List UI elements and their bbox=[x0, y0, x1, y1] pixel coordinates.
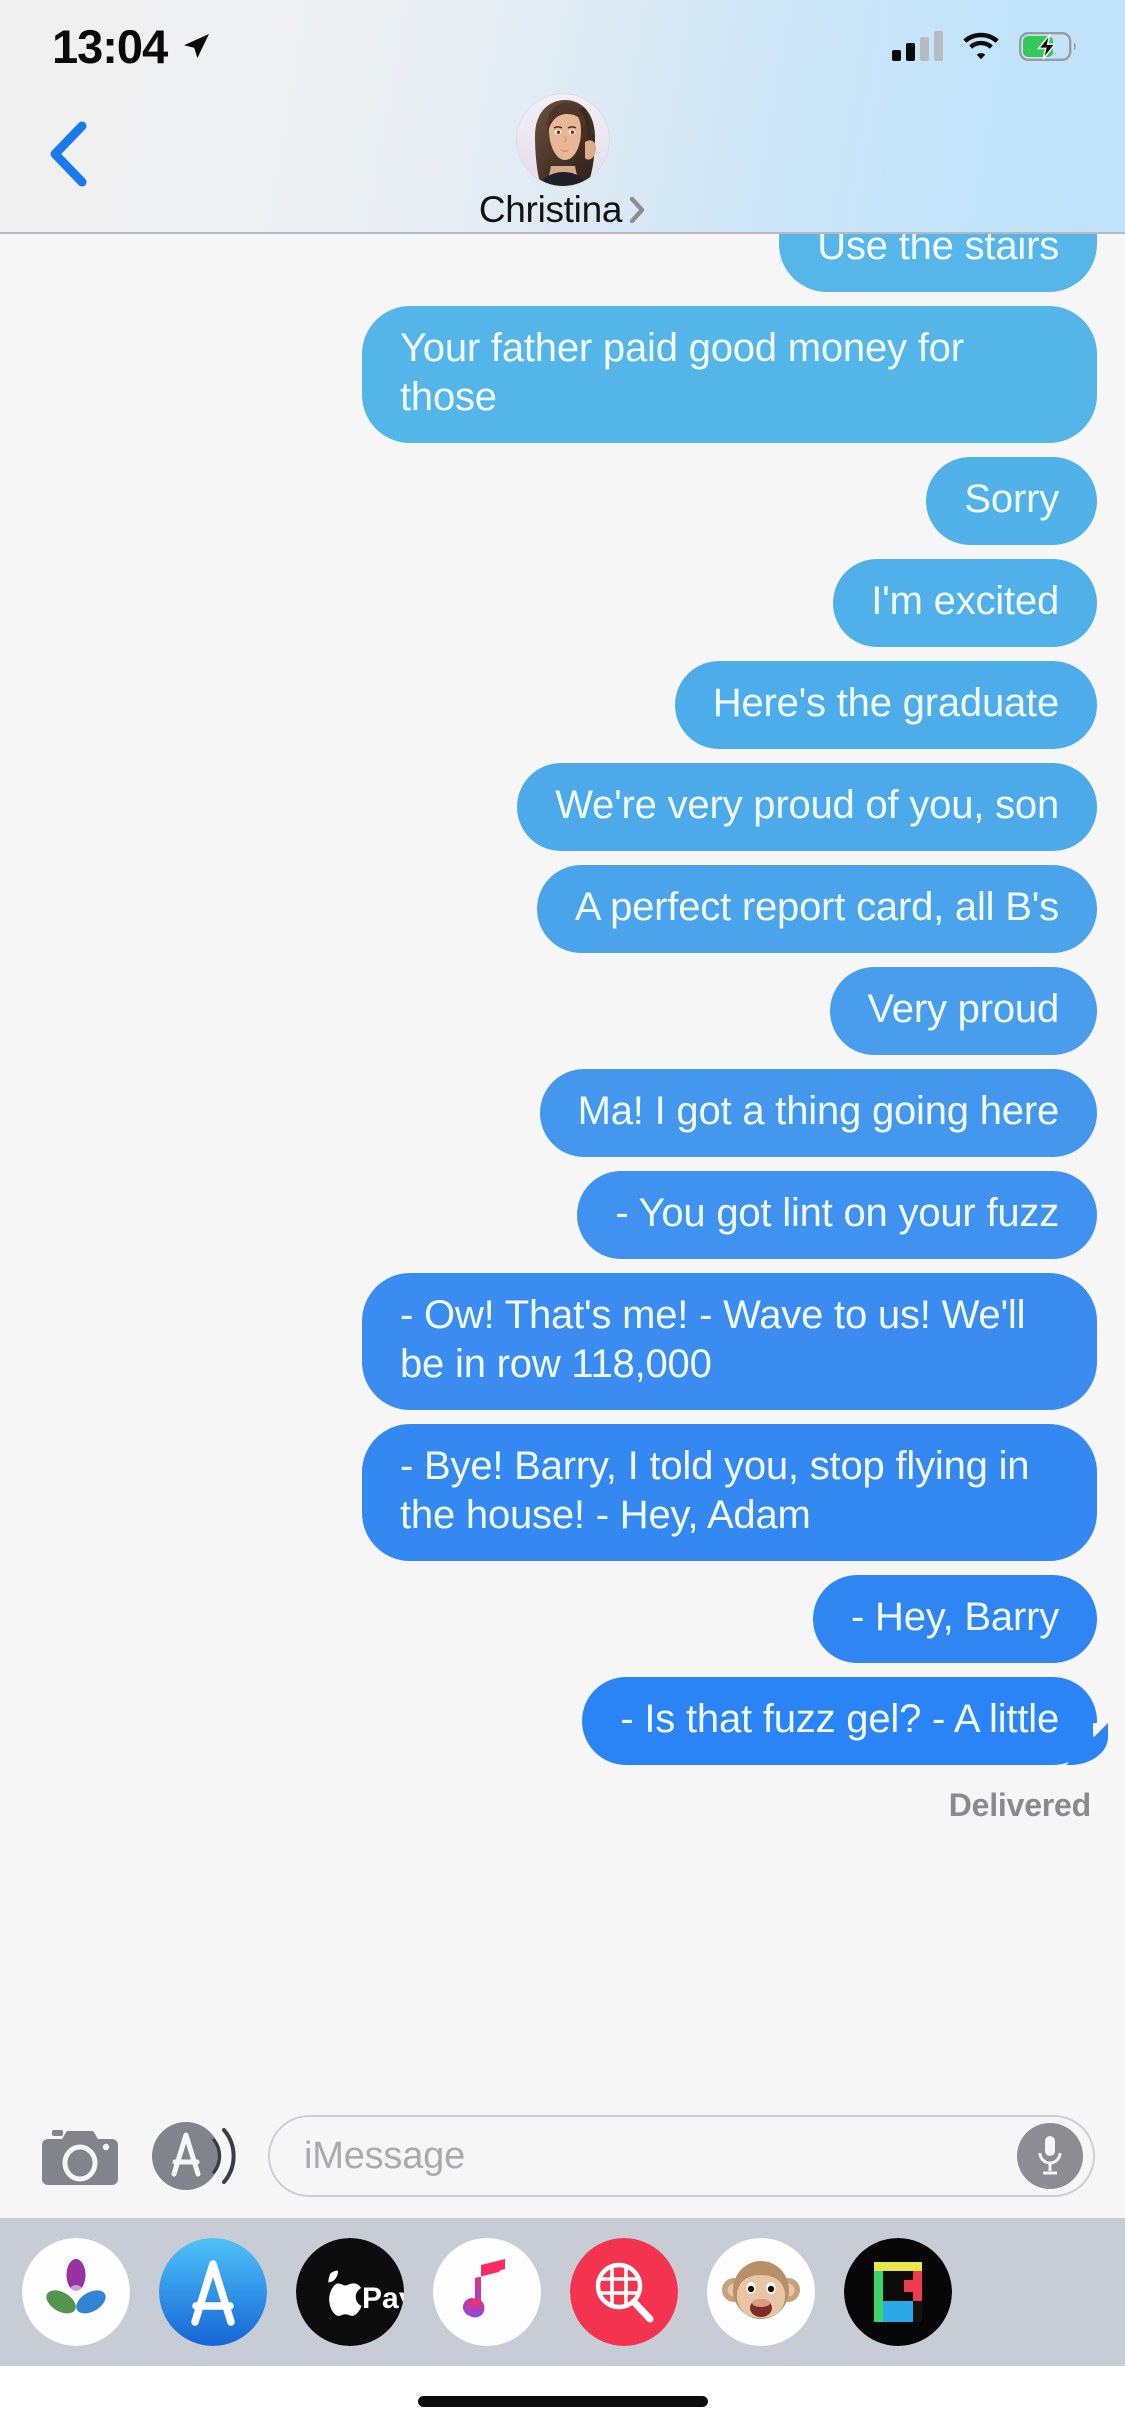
message-input[interactable] bbox=[304, 2134, 1017, 2178]
message-bubble-outgoing[interactable]: - Bye! Barry, I told you, stop flying in… bbox=[362, 1424, 1097, 1561]
message-row: - Is that fuzz gel? - A little bbox=[28, 1677, 1125, 1765]
cellular-signal-icon bbox=[892, 31, 943, 61]
message-row: - Ow! That's me! - Wave to us! We'll be … bbox=[28, 1273, 1097, 1410]
music-app-icon[interactable] bbox=[433, 2238, 541, 2346]
message-bubble-outgoing[interactable]: Here's the graduate bbox=[674, 661, 1097, 749]
message-row: Use the stairs bbox=[28, 234, 1097, 292]
message-row: Sorry bbox=[28, 457, 1097, 545]
status-bar-right bbox=[892, 31, 1077, 61]
message-bubble-outgoing[interactable]: Ma! I got a thing going here bbox=[539, 1069, 1097, 1157]
message-row: A perfect report card, all B's bbox=[28, 865, 1097, 953]
camera-icon bbox=[42, 2125, 118, 2187]
contact-avatar bbox=[516, 94, 609, 186]
message-bubble-outgoing[interactable]: We're very proud of you, son bbox=[517, 763, 1097, 851]
status-bar: 13:04 bbox=[0, 0, 1125, 92]
header-area: 13:04 Christina bbox=[0, 0, 1125, 234]
home-area bbox=[0, 2366, 1125, 2436]
message-bubble-outgoing[interactable]: - Hey, Barry bbox=[813, 1575, 1097, 1663]
message-bubble-outgoing[interactable]: I'm excited bbox=[833, 559, 1097, 647]
photos-app-icon[interactable] bbox=[22, 2238, 130, 2346]
microphone-icon bbox=[1036, 2134, 1064, 2178]
bubble-list: Use the stairs Your father paid good mone… bbox=[28, 234, 1125, 1779]
message-input-bar bbox=[0, 2094, 1125, 2218]
message-bubble-outgoing[interactable]: Sorry bbox=[926, 457, 1097, 545]
apple-pay-app-icon[interactable]: Pay bbox=[296, 2238, 404, 2346]
messages-screen: 13:04 Christina Use the stairs Your fath… bbox=[0, 0, 1125, 2436]
contact-details-button[interactable]: Christina bbox=[0, 94, 1125, 228]
images-app-icon[interactable] bbox=[570, 2238, 678, 2346]
message-bubble-outgoing[interactable]: - Ow! That's me! - Wave to us! We'll be … bbox=[362, 1273, 1097, 1410]
memoji-app-icon[interactable] bbox=[707, 2238, 815, 2346]
message-row: We're very proud of you, son bbox=[28, 763, 1097, 851]
contact-row: Christina bbox=[479, 191, 646, 228]
message-bubble-outgoing[interactable]: A perfect report card, all B's bbox=[536, 865, 1097, 953]
message-row: Ma! I got a thing going here bbox=[28, 1069, 1097, 1157]
app-store-icon bbox=[150, 2118, 236, 2194]
message-row: - You got lint on your fuzz bbox=[28, 1171, 1097, 1259]
message-thread[interactable]: Use the stairs Your father paid good mone… bbox=[0, 234, 1125, 2094]
status-bar-left: 13:04 bbox=[52, 23, 211, 70]
battery-charging-icon bbox=[1019, 31, 1077, 61]
location-arrow-icon bbox=[181, 31, 211, 61]
message-row: Your father paid good money for those bbox=[28, 306, 1097, 443]
message-bubble-outgoing[interactable]: Use the stairs bbox=[779, 234, 1097, 292]
message-row: I'm excited bbox=[28, 559, 1097, 647]
digital-touch-app-icon[interactable] bbox=[844, 2238, 952, 2346]
app-drawer: Pay bbox=[0, 2218, 1125, 2366]
message-row: Here's the graduate bbox=[28, 661, 1097, 749]
nav-bar: Christina bbox=[0, 92, 1125, 232]
home-indicator[interactable] bbox=[417, 2395, 708, 2407]
camera-button[interactable] bbox=[42, 2125, 118, 2187]
app-store-button[interactable] bbox=[150, 2118, 236, 2194]
message-bubble-outgoing[interactable]: - You got lint on your fuzz bbox=[577, 1171, 1097, 1259]
delivery-status: Delivered bbox=[948, 1787, 1091, 1823]
composer-field[interactable] bbox=[268, 2115, 1095, 2197]
message-bubble-outgoing[interactable]: Your father paid good money for those bbox=[362, 306, 1097, 443]
contact-name: Christina bbox=[478, 189, 623, 230]
message-row: Very proud bbox=[28, 967, 1097, 1055]
wifi-icon bbox=[962, 31, 1000, 61]
chevron-right-icon bbox=[629, 196, 646, 224]
svg-text:Pay: Pay bbox=[362, 2282, 404, 2315]
message-bubble-outgoing[interactable]: Very proud bbox=[829, 967, 1097, 1055]
message-row: - Bye! Barry, I told you, stop flying in… bbox=[28, 1424, 1097, 1561]
message-row: - Hey, Barry bbox=[28, 1575, 1097, 1663]
status-clock: 13:04 bbox=[52, 19, 168, 73]
message-bubble-outgoing[interactable]: - Is that fuzz gel? - A little bbox=[582, 1677, 1125, 1765]
microphone-button[interactable] bbox=[1017, 2123, 1083, 2189]
app-store-app-icon[interactable] bbox=[159, 2238, 267, 2346]
